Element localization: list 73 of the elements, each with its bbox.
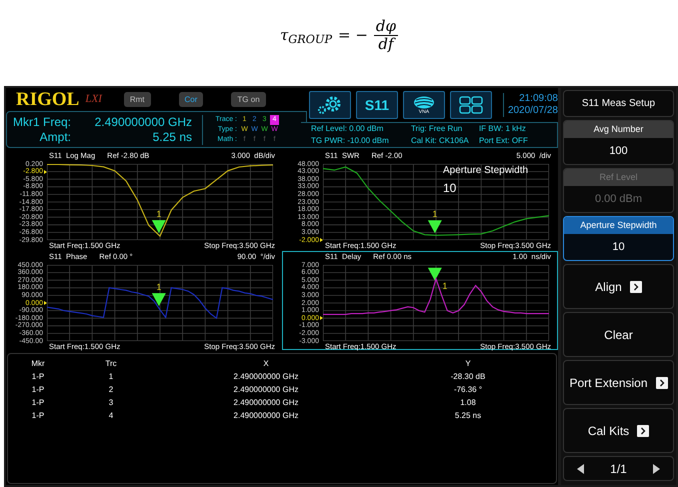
globe-icon [412, 96, 435, 108]
table-cell-text: -76.36 ° [452, 384, 484, 396]
table-cell-text: 1-P [30, 397, 46, 409]
table-cell-text: 1 [108, 371, 114, 383]
column-header: Trc [104, 358, 118, 370]
setting-text: Ref Level: 0.00 dBm [310, 123, 384, 135]
grid-icon [458, 96, 483, 114]
table-cell-text: 2.490000000 GHz [232, 371, 300, 383]
table-cell-text: 2.490000000 GHz [232, 397, 300, 409]
marker-ampt-label: Ampt: [38, 130, 72, 144]
status-button[interactable]: Rmt [124, 92, 151, 107]
menu-title: S11 Meas Setup [563, 90, 674, 117]
settings-button[interactable] [308, 91, 351, 119]
column-header: X [262, 358, 270, 370]
reference-pointer-icon [44, 170, 47, 174]
formula-sign: = − [338, 25, 368, 46]
menu-button[interactable]: Cal Kits [563, 408, 674, 453]
reference-pointer-icon [320, 238, 323, 242]
table-cell-text: 5.25 ns [454, 410, 482, 422]
marker-label: 1 [156, 282, 162, 292]
chevron-right-icon [637, 424, 650, 436]
marker-triangle-icon[interactable] [428, 220, 442, 234]
menu-value-button[interactable]: Avg Number 100 [563, 120, 674, 165]
setting-text: IF BW: 1 kHz [478, 123, 527, 135]
marker-label: 1 [442, 280, 448, 291]
brand-logo: RIGOL [16, 90, 80, 109]
table-cell-text: 2.490000000 GHz [232, 410, 300, 422]
clock-date: 2020/07/28 [508, 105, 558, 117]
table-cell-text: 1-P [30, 410, 46, 422]
table-cell-text: 1.08 [459, 397, 477, 409]
table-cell-text: 1-P [30, 384, 46, 396]
column-header: Mkr [30, 358, 46, 370]
chevron-right-icon [630, 280, 642, 292]
marker-label: 1 [432, 209, 438, 220]
formula-denominator: df [378, 36, 394, 53]
overlay-value: 10 [443, 180, 456, 196]
formula-term: τ$_{GROUP}$ [280, 25, 332, 47]
menu-button[interactable]: Align [563, 264, 674, 309]
reference-pointer-icon [44, 301, 47, 305]
column-header: Y [464, 358, 472, 370]
layout-button[interactable] [450, 91, 492, 119]
lxi-logo: LXI [85, 92, 102, 108]
setting-text: Cal Kit: CK106A [410, 135, 470, 147]
status-button[interactable]: Cor [178, 92, 204, 107]
setting-text: TG PWR: -10.00 dBm [310, 135, 390, 147]
marker-triangle-icon[interactable] [428, 268, 442, 281]
table-cell-text: 2 [108, 384, 114, 396]
marker-triangle-icon[interactable] [152, 220, 166, 234]
marker-freq-label: Mkr1 Freq: [13, 114, 72, 130]
menu-button[interactable]: Clear [563, 312, 674, 357]
menu-value-button[interactable]: Aperture Stepwidth 10 [563, 216, 674, 261]
overlay-label: Aperture Stepwidth [443, 165, 528, 177]
marker-label: 1 [156, 209, 162, 220]
table-cell-text: 3 [108, 397, 114, 409]
table-cell-text: 2.490000000 GHz [232, 384, 300, 396]
previous-page-icon[interactable] [576, 464, 585, 474]
table-cell-text: 1-P [30, 371, 46, 383]
measurement-button[interactable]: S11 [356, 91, 398, 119]
menu-button[interactable]: Port Extension [563, 360, 674, 405]
status-button[interactable]: TG on [231, 92, 266, 107]
next-page-icon[interactable] [652, 464, 660, 474]
chevron-right-icon [656, 376, 668, 388]
formula-numerator: dφ [374, 18, 398, 36]
table-cell-text: 4 [108, 410, 114, 422]
page-indicator: 1/1 [610, 460, 627, 478]
marker-freq-value: 2.490000000 GHz [94, 114, 192, 130]
marker-ampt-value: 5.25 ns [152, 130, 192, 144]
setting-text: Trig: Free Run [410, 123, 464, 135]
table-cell-text: -28.30 dB [450, 371, 486, 383]
marker-triangle-icon[interactable] [152, 293, 166, 306]
setting-text: Port Ext: OFF [478, 135, 529, 147]
reference-pointer-icon [320, 316, 323, 320]
clock-time: 21:09:08 [519, 93, 558, 105]
